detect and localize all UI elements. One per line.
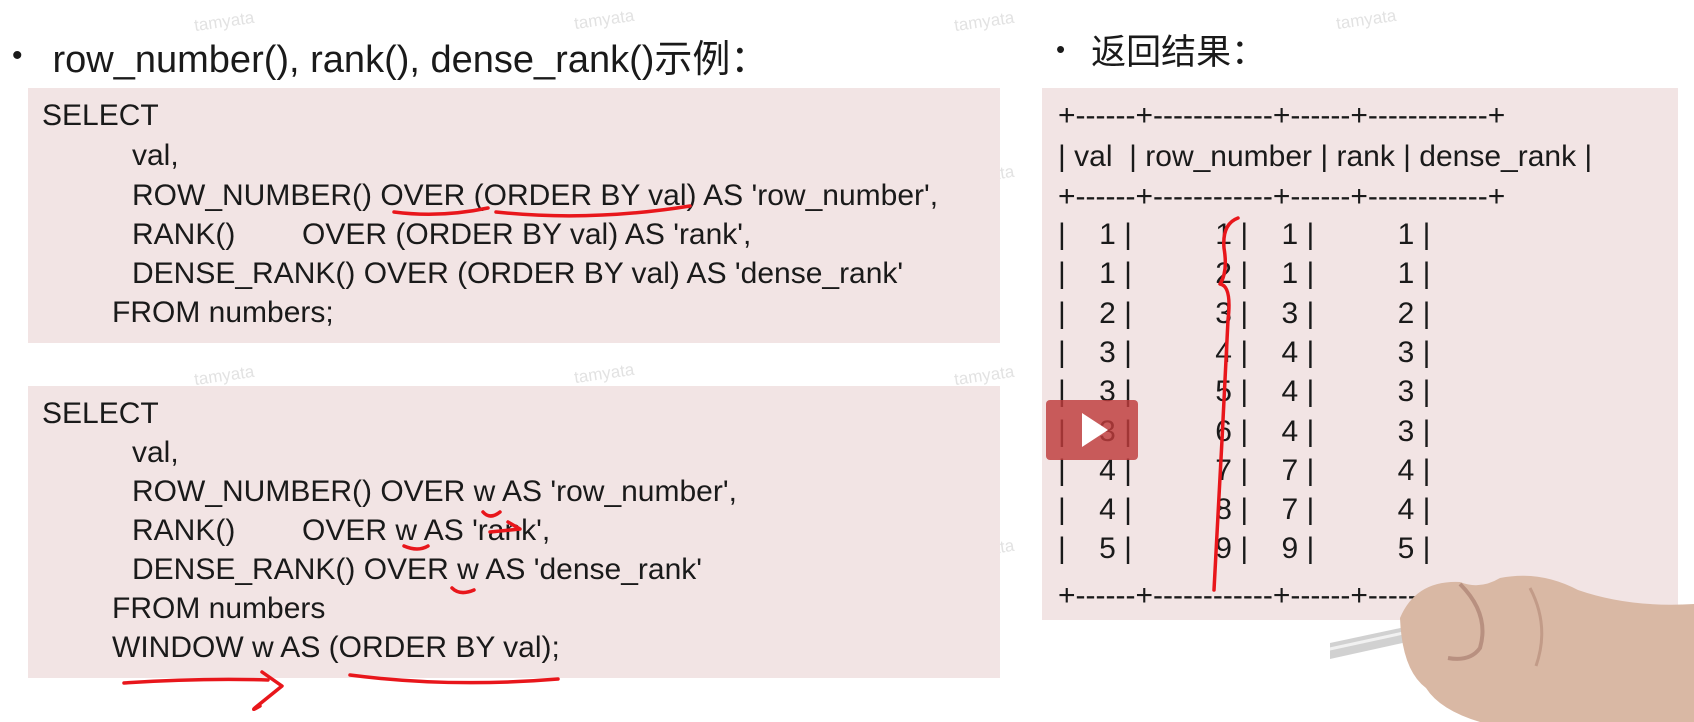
code-line: val, <box>132 139 179 172</box>
code-line: WINDOW w AS (ORDER BY val); <box>112 631 560 664</box>
code-line: FROM numbers <box>112 592 326 625</box>
table-border: +------+------------+------+------------… <box>1058 99 1506 132</box>
code-line: SELECT <box>42 397 159 430</box>
underline-stroke <box>122 677 270 685</box>
table-row: | 1 | 2 | 1 | 1 | <box>1058 257 1431 291</box>
code-block-named-window: SELECT val, ROW_NUMBER() OVER w AS 'row_… <box>28 386 1000 678</box>
table-row: | 4 | 8 | 7 | 4 | <box>1058 493 1431 527</box>
code-line: ROW_NUMBER() OVER w AS 'row_number', <box>132 475 737 508</box>
code-block-window-inline: SELECT val, ROW_NUMBER() OVER (ORDER BY … <box>28 88 1000 343</box>
table-row: | 2 | 3 | 3 | 2 | <box>1058 296 1431 330</box>
bullet: • <box>1056 34 1066 64</box>
play-button[interactable] <box>1046 400 1138 460</box>
right-heading: • 返回结果： <box>1056 24 1266 75</box>
play-icon <box>1082 413 1108 447</box>
code-line: SELECT <box>42 99 159 132</box>
table-row: | 1 | 1 | 1 | 1 | <box>1058 218 1431 251</box>
watermark: tamyata <box>572 359 636 388</box>
table-row: | 3 | 4 | 4 | 3 | <box>1058 335 1431 369</box>
heading-text: row_number(), rank(), dense_rank()示例： <box>52 39 769 81</box>
table-row: | 5 | 9 | 9 | 5 | <box>1058 532 1431 566</box>
code-line: DENSE_RANK() OVER w AS 'dense_rank' <box>132 553 702 586</box>
left-heading: • row_number(), rank(), dense_rank()示例： <box>12 28 768 83</box>
code-line: ROW_NUMBER() OVER (ORDER BY val) AS 'row… <box>132 179 939 212</box>
bullet: • <box>12 38 23 72</box>
code-line: val, <box>132 436 179 469</box>
watermark: tamyata <box>952 7 1016 36</box>
code-line: RANK() OVER (ORDER BY val) AS 'rank', <box>132 218 752 251</box>
table-border: +------+------------+------+------------… <box>1058 579 1506 612</box>
watermark: tamyata <box>1334 5 1398 34</box>
heading-text: 返回结果： <box>1091 33 1267 72</box>
code-line: RANK() OVER w AS 'rank', <box>132 514 551 547</box>
code-line: DENSE_RANK() OVER (ORDER BY val) AS 'den… <box>132 257 904 290</box>
table-header: | val | row_number | rank | dense_rank | <box>1058 140 1593 173</box>
table-border: +------+------------+------+------------… <box>1058 180 1506 213</box>
code-line: FROM numbers; <box>112 296 334 329</box>
